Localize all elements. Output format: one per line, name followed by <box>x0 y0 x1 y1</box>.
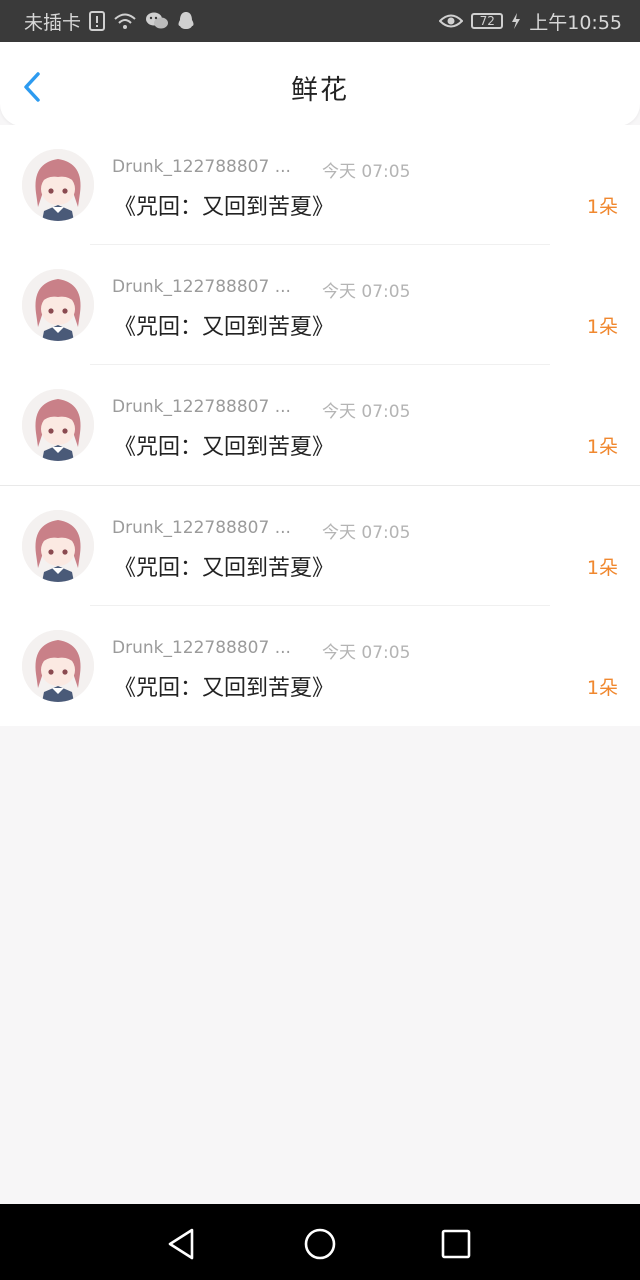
nav-bar <box>0 1204 640 1280</box>
list-item[interactable]: Drunk_122788807 ... 今天 07:05 《咒回：又回到苦夏》 … <box>0 125 640 245</box>
work-title[interactable]: 《咒回：又回到苦夏》 <box>114 670 334 702</box>
flower-list: Drunk_122788807 ... 今天 07:05 《咒回：又回到苦夏》 … <box>0 125 640 726</box>
status-bar: 未插卡 72 上午10:55 <box>0 0 640 42</box>
username: Drunk_122788807 ... <box>112 397 291 417</box>
qq-icon <box>177 11 195 31</box>
carrier-label: 未插卡 <box>24 11 82 34</box>
charging-icon <box>511 12 521 30</box>
work-title[interactable]: 《咒回：又回到苦夏》 <box>114 550 334 582</box>
status-left: 未插卡 <box>24 8 195 35</box>
header: 鲜花 <box>0 42 640 126</box>
avatar[interactable] <box>22 269 94 341</box>
list-item[interactable]: Drunk_122788807 ... 今天 07:05 《咒回：又回到苦夏》 … <box>0 365 640 485</box>
username: Drunk_122788807 ... <box>112 638 291 658</box>
work-title[interactable]: 《咒回：又回到苦夏》 <box>114 429 334 461</box>
avatar[interactable] <box>22 149 94 221</box>
wifi-icon <box>113 11 137 31</box>
timestamp: 今天 07:05 <box>322 402 411 422</box>
avatar-illustration <box>22 149 94 221</box>
work-title[interactable]: 《咒回：又回到苦夏》 <box>114 309 334 341</box>
list-item[interactable]: Drunk_122788807 ... 今天 07:05 《咒回：又回到苦夏》 … <box>0 606 640 726</box>
timestamp: 今天 07:05 <box>322 162 411 182</box>
clock: 上午10:55 <box>529 11 622 34</box>
nav-home-button[interactable] <box>300 1224 340 1264</box>
timestamp: 今天 07:05 <box>322 282 411 302</box>
nav-recents-button[interactable] <box>436 1224 476 1264</box>
flower-count: 1朵 <box>586 316 618 338</box>
home-circle-icon <box>304 1228 336 1260</box>
timestamp: 今天 07:05 <box>322 643 411 663</box>
flower-count: 1朵 <box>586 677 618 699</box>
nav-back-button[interactable] <box>162 1224 202 1264</box>
list-item[interactable]: Drunk_122788807 ... 今天 07:05 《咒回：又回到苦夏》 … <box>0 485 640 606</box>
username: Drunk_122788807 ... <box>112 518 291 538</box>
avatar[interactable] <box>22 510 94 582</box>
username: Drunk_122788807 ... <box>112 277 291 297</box>
avatar-illustration <box>22 510 94 582</box>
flower-count: 1朵 <box>586 436 618 458</box>
wechat-icon <box>145 11 169 31</box>
status-right: 72 上午10:55 <box>439 8 622 35</box>
avatar[interactable] <box>22 389 94 461</box>
battery-icon: 72 <box>471 13 504 29</box>
recents-square-icon <box>441 1229 471 1259</box>
avatar-illustration <box>22 269 94 341</box>
avatar-illustration <box>22 389 94 461</box>
avatar[interactable] <box>22 630 94 702</box>
flower-count: 1朵 <box>586 196 618 218</box>
username: Drunk_122788807 ... <box>112 157 291 177</box>
eye-icon <box>439 12 464 30</box>
page-title: 鲜花 <box>291 75 349 106</box>
back-triangle-icon <box>168 1228 194 1260</box>
battery-level: 72 <box>479 14 495 28</box>
timestamp: 今天 07:05 <box>322 523 411 543</box>
work-title[interactable]: 《咒回：又回到苦夏》 <box>114 189 334 221</box>
list-item[interactable]: Drunk_122788807 ... 今天 07:05 《咒回：又回到苦夏》 … <box>0 245 640 365</box>
avatar-illustration <box>22 630 94 702</box>
flower-count: 1朵 <box>586 557 618 579</box>
sim-alert-icon <box>89 11 106 31</box>
